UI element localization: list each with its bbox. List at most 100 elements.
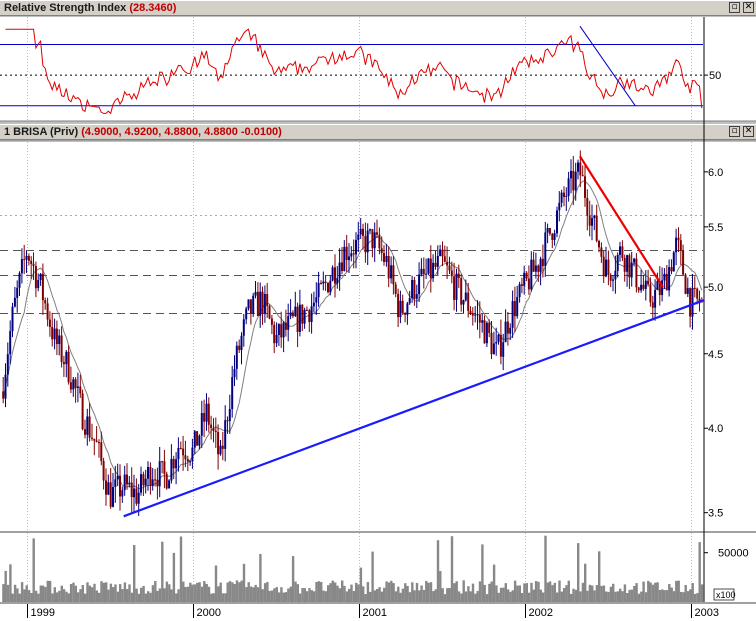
candle-body: [207, 403, 210, 425]
candle-body: [233, 368, 236, 378]
volume-bar: [219, 582, 222, 602]
volume-bar: [534, 581, 538, 602]
candle-body: [371, 229, 374, 249]
volume-bar: [58, 590, 61, 602]
candle-body: [537, 265, 540, 272]
candle-body: [123, 474, 126, 491]
candle-body: [488, 322, 491, 333]
candle-body: [65, 351, 68, 365]
volume-bar: [114, 584, 117, 602]
candle-body: [205, 403, 208, 422]
volume-bar: [119, 584, 122, 602]
candle-body: [126, 474, 128, 485]
candle-body: [44, 300, 47, 304]
volume-bar: [584, 563, 587, 602]
candle-body: [682, 250, 685, 275]
candle-body: [280, 324, 283, 338]
price-axis-area: [704, 141, 756, 531]
volume-bar: [492, 564, 496, 602]
volume-bar: [626, 593, 629, 602]
candle-body: [387, 256, 390, 279]
candle-body: [18, 273, 21, 288]
candle-body: [691, 287, 694, 317]
volume-bar: [684, 585, 687, 602]
volume-bar: [612, 583, 615, 602]
volume-bar: [320, 581, 323, 602]
candle-body: [663, 273, 666, 281]
candle-body: [20, 259, 23, 274]
candle-body: [242, 319, 245, 336]
candle-body: [630, 262, 633, 278]
volume-bar: [308, 588, 311, 602]
volume-bar: [371, 551, 374, 602]
candle-body: [320, 282, 322, 284]
candle-body: [238, 345, 241, 350]
volume-bar: [291, 556, 295, 602]
candle-body: [593, 215, 596, 219]
candle-body: [329, 280, 332, 293]
volume-bar: [432, 591, 435, 602]
candle-body: [448, 265, 451, 271]
volume-bar: [483, 584, 486, 602]
time-tick-label-2000: 2000: [197, 607, 221, 619]
candle-body: [219, 445, 222, 455]
volume-bar: [48, 580, 52, 602]
volume-bar: [334, 582, 337, 602]
volume-bar: [621, 591, 624, 602]
candle-body: [163, 461, 166, 474]
candle-body: [189, 461, 192, 463]
candle-body: [471, 313, 474, 316]
candle-body: [401, 300, 404, 313]
candle-body: [193, 431, 196, 448]
candle-body: [9, 331, 12, 355]
volume-bar: [98, 592, 101, 602]
candle-body: [626, 255, 629, 272]
volume-bar: [455, 581, 458, 602]
volume-bar: [294, 581, 297, 602]
candle-body: [355, 239, 357, 255]
volume-bar: [630, 589, 634, 602]
volume-bar: [20, 582, 24, 602]
volume-bar: [84, 593, 87, 602]
volume-bar: [546, 582, 549, 602]
candle-body: [217, 432, 220, 455]
volume-bar: [107, 589, 110, 602]
candle-body: [81, 393, 84, 430]
volume-bar: [270, 590, 274, 602]
chart-canvas[interactable]: 1999 2000 2001 2002 2003 50 3.5 4.0 4.5 5.0 5.5 6.0…: [0, 0, 756, 621]
volume-bar: [247, 582, 250, 602]
candle-body: [647, 280, 650, 285]
candle-body: [612, 279, 614, 281]
volume-bar: [588, 584, 592, 602]
candle-body: [315, 297, 318, 303]
volume-bar: [245, 587, 248, 602]
candle-body: [72, 379, 75, 390]
volume-bar: [462, 580, 465, 602]
candle-body: [114, 479, 117, 487]
candle-body: [369, 229, 371, 231]
volume-bar: [186, 586, 190, 602]
volume-bar: [593, 590, 596, 602]
volume-bar: [217, 586, 220, 602]
candle-body: [677, 237, 680, 241]
volume-bar: [527, 592, 531, 602]
volume-bar: [156, 590, 159, 602]
candle-body: [481, 320, 484, 323]
candle-body: [13, 297, 16, 307]
volume-bar: [235, 580, 239, 602]
candle-body: [112, 487, 114, 507]
candle-body: [352, 253, 355, 255]
volume-bar: [651, 584, 655, 602]
candle-body: [116, 475, 119, 480]
candle-body: [16, 287, 19, 298]
volume-bar: [312, 591, 316, 602]
candle-body: [581, 175, 584, 177]
volume-bar: [81, 585, 84, 602]
volume-bar: [224, 593, 227, 602]
candle-body: [668, 267, 671, 291]
price-tick-label-3.5: 3.5: [708, 508, 723, 520]
candle-body: [532, 259, 535, 272]
candle-body: [41, 273, 44, 301]
volume-bar: [39, 585, 42, 602]
volume-bar: [252, 587, 255, 602]
